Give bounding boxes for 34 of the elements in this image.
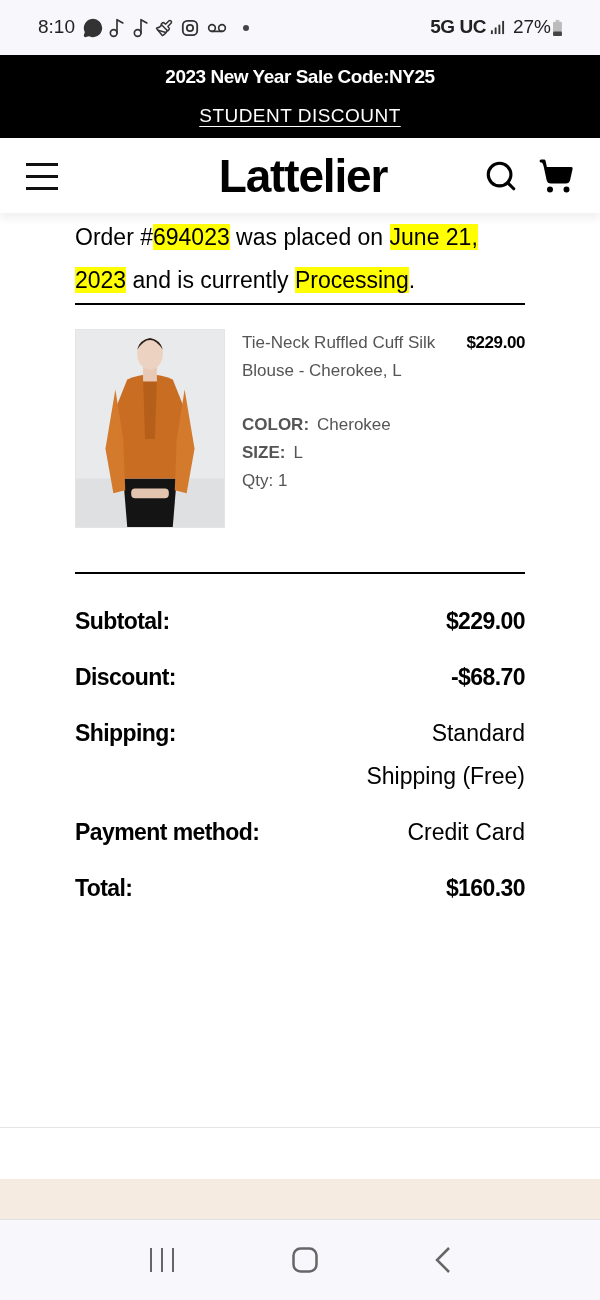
dot-icon bbox=[243, 24, 249, 31]
product-price: $229.00 bbox=[466, 332, 525, 354]
battery-percent: 27% bbox=[512, 15, 551, 40]
student-discount-link[interactable]: STUDENT DISCOUNT bbox=[199, 101, 401, 130]
attribute-label: COLOR: bbox=[242, 414, 310, 436]
summary-value: Standard Shipping (Free) bbox=[365, 719, 525, 791]
chat-icon bbox=[83, 17, 103, 38]
summary-label: Total: bbox=[75, 874, 133, 903]
recent-apps-icon[interactable] bbox=[148, 1247, 175, 1273]
product-name: Tie-Neck Ruffled Cuff Silk Blouse - Cherokee, L bbox=[242, 332, 437, 382]
menu-icon[interactable] bbox=[26, 160, 58, 191]
summary-label: Subtotal: bbox=[75, 607, 170, 636]
signal-icon bbox=[489, 20, 505, 35]
logo[interactable]: Lattelier bbox=[154, 152, 388, 199]
summary-label: Shipping: bbox=[75, 719, 176, 748]
clock: 8:10 bbox=[38, 15, 75, 40]
attribute-value: Cherokee bbox=[317, 414, 391, 436]
summary-value: Credit Card bbox=[406, 818, 525, 847]
promo-text: 2023 New Year Sale Code:NY25 bbox=[165, 65, 435, 89]
home-icon[interactable] bbox=[292, 1247, 318, 1273]
summary-label: Discount: bbox=[75, 663, 176, 692]
quantity: Qty: 1 bbox=[242, 470, 289, 492]
summary-value: $160.30 bbox=[444, 874, 525, 903]
network-type: 5G UC bbox=[430, 15, 486, 40]
back-icon[interactable] bbox=[435, 1247, 452, 1273]
battery-icon bbox=[553, 19, 562, 36]
attribute-value: L bbox=[293, 442, 303, 464]
paintbrush-icon bbox=[155, 18, 173, 37]
summary-label: Payment method: bbox=[75, 818, 260, 847]
summary-value: $229.00 bbox=[444, 607, 525, 636]
attribute-label: SIZE: bbox=[242, 442, 286, 464]
camera-icon bbox=[181, 18, 199, 37]
summary-value: -$68.70 bbox=[450, 663, 525, 692]
cart-icon[interactable] bbox=[538, 157, 574, 194]
